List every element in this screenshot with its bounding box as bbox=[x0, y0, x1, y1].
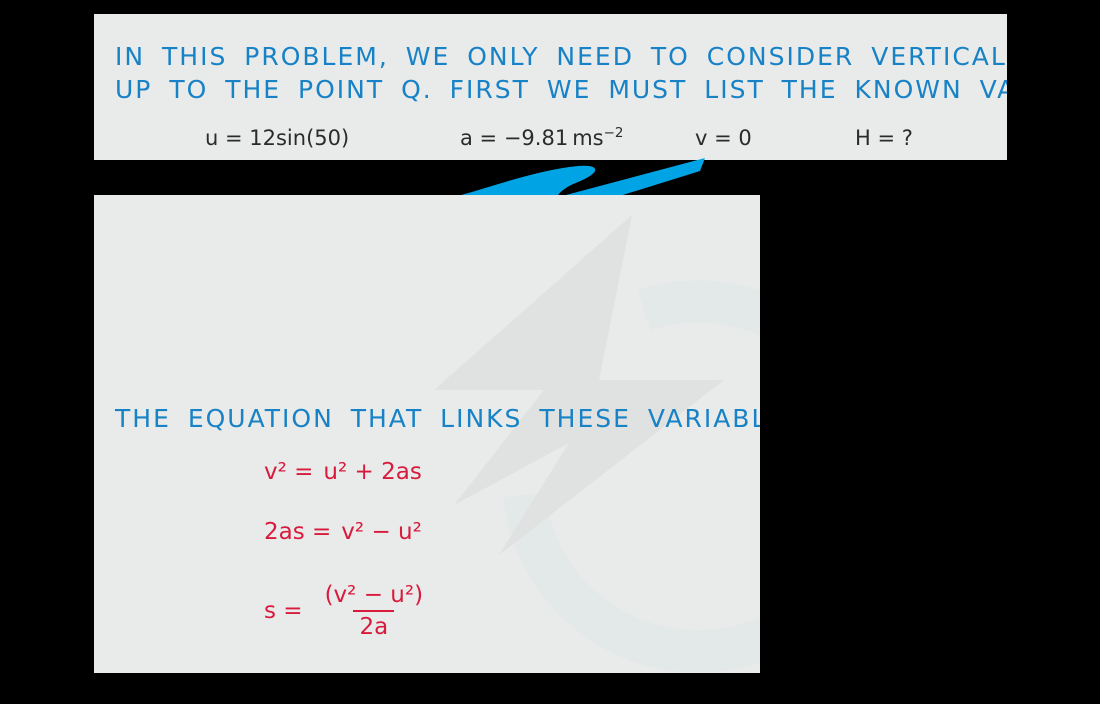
variable-a-unit: ms bbox=[572, 126, 604, 150]
equation-1-rhs: u² + 2as bbox=[323, 459, 422, 485]
slide-canvas: IN THIS PROBLEM, WE ONLY NEED TO CONSIDE… bbox=[0, 0, 1100, 704]
equation-rearranged: 2as = v² − u² bbox=[264, 519, 422, 545]
blue-swoosh-arrow-icon bbox=[450, 158, 705, 199]
working-panel: THE EQUATION THAT LINKS THESE VARIABLES … bbox=[94, 195, 760, 673]
equation-3-fraction: (v² − u²) 2a bbox=[319, 582, 429, 641]
variable-h: H = ? bbox=[855, 126, 975, 150]
variable-u-label: u = bbox=[205, 126, 250, 150]
variable-a-unit-exponent: −2 bbox=[603, 126, 624, 141]
equation-3-denominator: 2a bbox=[353, 610, 395, 640]
variable-v-label: v = bbox=[695, 126, 739, 150]
variable-u-value: 12sin(50) bbox=[249, 126, 350, 150]
equation-3-lhs: s = bbox=[264, 598, 303, 625]
variable-a-value: −9.81 bbox=[503, 126, 569, 150]
problem-statement-line-1: IN THIS PROBLEM, WE ONLY NEED TO CONSIDE… bbox=[115, 42, 1007, 71]
problem-statement-line-2: UP TO THE POINT Q. FIRST WE MUST LIST TH… bbox=[115, 75, 1007, 104]
equation-suvat: v² = u² + 2as bbox=[264, 459, 422, 485]
equation-2-rhs: v² − u² bbox=[341, 519, 422, 545]
equation-1-lhs: v² = bbox=[264, 459, 314, 485]
equation-3-numerator: (v² − u²) bbox=[324, 582, 424, 608]
variable-v: v = 0 bbox=[695, 126, 855, 150]
variable-h-label: H = bbox=[855, 126, 902, 150]
lightning-bolt-watermark-icon bbox=[434, 215, 760, 673]
known-variables-row: u = 12sin(50) a = −9.81 ms−2 v = 0 H = ? bbox=[115, 126, 986, 150]
equation-2-lhs: 2as = bbox=[264, 519, 332, 545]
equation-solve-for-s: s = (v² − u²) 2a bbox=[264, 582, 435, 641]
top-statement-panel: IN THIS PROBLEM, WE ONLY NEED TO CONSIDE… bbox=[94, 14, 1007, 160]
equation-intro-heading: THE EQUATION THAT LINKS THESE VARIABLES … bbox=[115, 404, 760, 433]
variable-v-value: 0 bbox=[738, 126, 752, 150]
variable-a: a = −9.81 ms−2 bbox=[460, 126, 695, 150]
variable-a-label: a = bbox=[460, 126, 504, 150]
variable-h-value: ? bbox=[901, 126, 913, 150]
variable-u: u = 12sin(50) bbox=[115, 126, 460, 150]
